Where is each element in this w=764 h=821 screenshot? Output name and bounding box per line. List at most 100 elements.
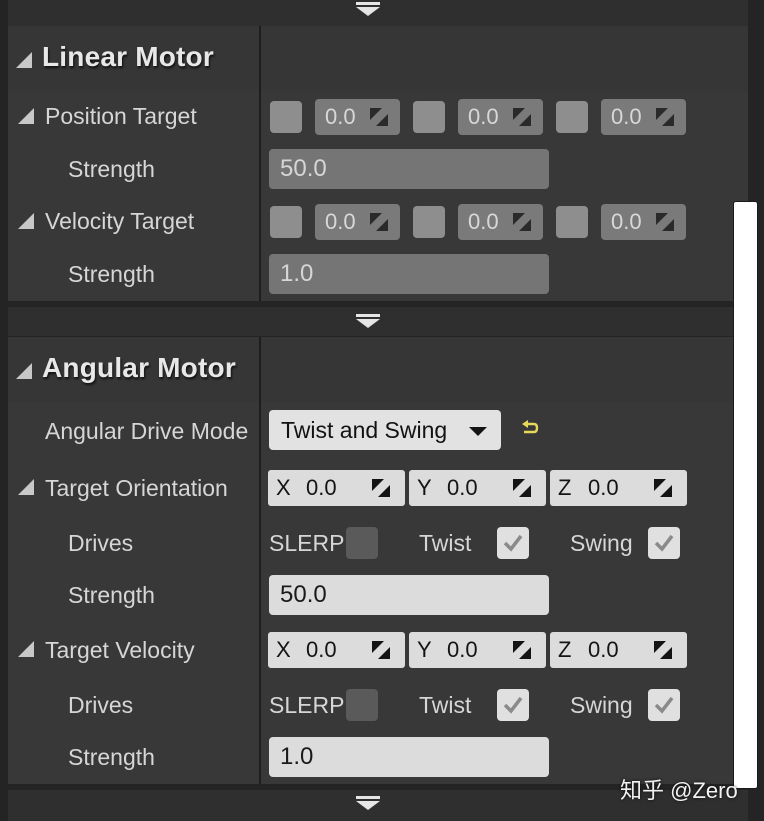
section-header-linear-motor[interactable]: Linear Motor (8, 26, 748, 91)
spin-drag-icon[interactable] (513, 641, 531, 659)
strength-field[interactable]: 50.0 (269, 149, 549, 189)
property-row-velocity-target: Velocity Target 0.0 0.0 0.0 (8, 196, 748, 249)
expander-band-middle[interactable] (8, 307, 748, 336)
slerp-label: SLERP (269, 530, 345, 556)
column-divider (259, 337, 261, 402)
column-divider (259, 622, 261, 677)
checkmark-icon (503, 696, 523, 714)
column-divider (259, 144, 261, 196)
swing-checkbox[interactable] (648, 527, 680, 559)
enable-checkbox-z[interactable] (556, 206, 588, 238)
numeric-field-z[interactable]: 0.0 (601, 204, 686, 240)
column-divider (259, 402, 261, 460)
section-header-angular-motor[interactable]: Angular Motor (8, 337, 748, 402)
chevron-down-icon (356, 314, 380, 328)
property-row-orientation-strength: Strength 50.0 (8, 570, 748, 622)
numeric-field-x[interactable]: 0.0 (315, 99, 400, 135)
spin-drag-icon[interactable] (654, 479, 672, 497)
swing-label: Swing (570, 692, 633, 718)
property-label: Strength (68, 582, 155, 608)
property-row-velocity-drives: Drives SLERP Twist Swing (8, 677, 748, 732)
expander-band-top[interactable] (8, 0, 748, 26)
property-label: Drives (68, 692, 134, 718)
spin-drag-icon[interactable] (513, 213, 531, 231)
column-divider (259, 732, 261, 784)
property-label: Velocity Target (45, 208, 195, 234)
column-divider (259, 196, 261, 249)
property-label: Drives (68, 530, 134, 556)
vector-field-x[interactable]: X 0.0 (268, 632, 405, 668)
vector-field-z[interactable]: Z 0.0 (550, 470, 687, 506)
twist-checkbox[interactable] (497, 527, 529, 559)
checkmark-icon (503, 534, 523, 552)
spin-drag-icon[interactable] (513, 108, 531, 126)
slerp-checkbox[interactable] (346, 527, 378, 559)
slerp-checkbox[interactable] (346, 689, 378, 721)
property-label: Strength (68, 261, 155, 287)
property-row-position-strength: Strength 50.0 (8, 144, 748, 196)
property-row-position-target: Position Target 0.0 0.0 0.0 (8, 91, 748, 144)
expand-arrow-icon[interactable] (18, 108, 34, 124)
numeric-field-y[interactable]: 0.0 (458, 99, 543, 135)
property-label: Target Orientation (45, 475, 228, 501)
dropdown-caret-icon (469, 427, 487, 436)
property-label: Strength (68, 744, 155, 770)
column-divider (259, 249, 261, 301)
chevron-down-icon (356, 796, 380, 810)
expand-arrow-icon[interactable] (18, 479, 34, 495)
enable-checkbox-y[interactable] (413, 206, 445, 238)
enable-checkbox-y[interactable] (413, 101, 445, 133)
twist-checkbox[interactable] (497, 689, 529, 721)
swing-checkbox[interactable] (648, 689, 680, 721)
spin-drag-icon[interactable] (654, 641, 672, 659)
vertical-scrollbar-thumb[interactable] (733, 201, 758, 789)
property-label: Target Velocity (45, 637, 195, 663)
twist-label: Twist (419, 530, 472, 556)
expand-arrow-icon[interactable] (18, 641, 34, 657)
property-label: Position Target (45, 103, 197, 129)
column-divider (259, 460, 261, 515)
property-row-orientation-drives: Drives SLERP Twist Swing (8, 515, 748, 570)
property-row-target-orientation: Target Orientation X 0.0 Y 0.0 Z 0.0 (8, 460, 748, 515)
strength-field[interactable]: 1.0 (269, 254, 549, 294)
property-label: Angular Drive Mode (45, 418, 249, 444)
enable-checkbox-z[interactable] (556, 101, 588, 133)
column-divider (259, 677, 261, 732)
spin-drag-icon[interactable] (513, 479, 531, 497)
spin-drag-icon[interactable] (370, 108, 388, 126)
strength-field[interactable]: 50.0 (269, 575, 549, 615)
spin-drag-icon[interactable] (656, 213, 674, 231)
numeric-field-x[interactable]: 0.0 (315, 204, 400, 240)
angular-drive-mode-dropdown[interactable]: Twist and Swing (269, 410, 501, 450)
spin-drag-icon[interactable] (370, 213, 388, 231)
expand-arrow-icon[interactable] (18, 213, 34, 229)
vector-field-z[interactable]: Z 0.0 (550, 632, 687, 668)
section-title: Angular Motor (42, 352, 236, 383)
spin-drag-icon[interactable] (656, 108, 674, 126)
enable-checkbox-x[interactable] (270, 206, 302, 238)
vector-field-y[interactable]: Y 0.0 (409, 632, 546, 668)
collapse-arrow-icon[interactable] (16, 52, 32, 68)
enable-checkbox-x[interactable] (270, 101, 302, 133)
property-label: Strength (68, 156, 155, 182)
spin-drag-icon[interactable] (372, 479, 390, 497)
spin-drag-icon[interactable] (372, 641, 390, 659)
watermark: 知乎 @Zero (620, 778, 738, 803)
numeric-field-y[interactable]: 0.0 (458, 204, 543, 240)
column-divider (259, 570, 261, 622)
vector-field-y[interactable]: Y 0.0 (409, 470, 546, 506)
strength-field[interactable]: 1.0 (269, 737, 549, 777)
checkmark-icon (654, 696, 674, 714)
collapse-arrow-icon[interactable] (16, 363, 32, 379)
section-title: Linear Motor (42, 41, 214, 72)
column-divider (259, 515, 261, 570)
column-divider (259, 26, 261, 91)
twist-label: Twist (419, 692, 472, 718)
column-divider (259, 91, 261, 144)
chevron-down-icon (356, 2, 380, 16)
property-row-target-velocity: Target Velocity X 0.0 Y 0.0 Z 0.0 (8, 622, 748, 677)
vector-field-x[interactable]: X 0.0 (268, 470, 405, 506)
numeric-field-z[interactable]: 0.0 (601, 99, 686, 135)
reset-to-default-icon[interactable] (520, 420, 540, 438)
slerp-label: SLERP (269, 692, 345, 718)
